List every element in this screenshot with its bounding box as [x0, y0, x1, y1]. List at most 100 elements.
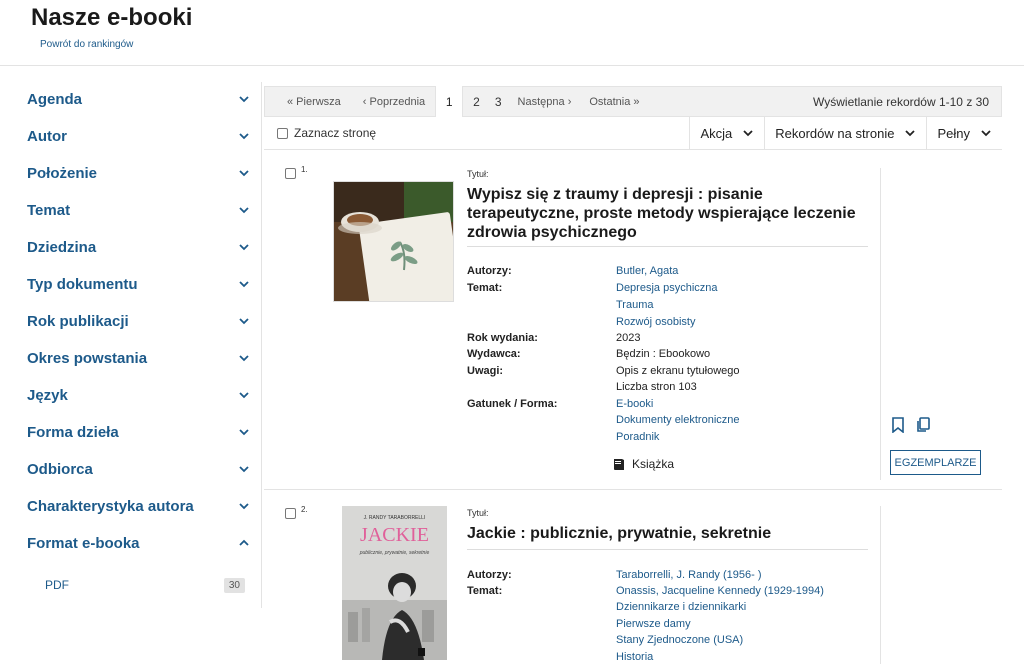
record-number: 2. — [301, 505, 308, 514]
chevron-down-icon — [239, 355, 249, 362]
facet-format-e-booka[interactable]: Format e-booka — [27, 529, 251, 557]
chevron-down-icon — [743, 130, 753, 137]
action-dropdown[interactable]: Akcja — [689, 116, 764, 150]
facet-label: Okres powstania — [27, 349, 148, 367]
records-info: Wyświetlanie rekordów 1-10 z 30 — [813, 94, 989, 109]
per-page-dropdown[interactable]: Rekordów na stronie — [764, 116, 926, 150]
title-field-label: Tytuł: — [467, 508, 489, 518]
notes-value: Opis z ekranu tytułowego — [616, 365, 740, 377]
title-field-label: Tytuł: — [467, 169, 489, 179]
back-to-rankings-link[interactable]: Powrót do rankingów — [40, 39, 133, 50]
subject-link[interactable]: Rozwój osobisty — [616, 316, 695, 328]
genre-link[interactable]: Dokumenty elektroniczne — [616, 414, 740, 426]
facet-agenda[interactable]: Agenda — [27, 85, 251, 113]
select-page-checkbox[interactable]: Zaznacz stronę — [277, 126, 376, 140]
pager-last-link[interactable]: Ostatnia » — [589, 96, 639, 108]
facet-label: Rok publikacji — [27, 312, 129, 330]
year-value: 2023 — [616, 332, 641, 344]
subject-link[interactable]: Stany Zjednoczone (USA) — [616, 634, 743, 646]
book-icon — [614, 459, 624, 470]
facet-charakterystyka-autora[interactable]: Charakterystyka autora — [27, 492, 251, 520]
facet-temat[interactable]: Temat — [27, 196, 251, 224]
cover-subtitle: publicznie, prywatnie, sekretnie — [359, 550, 430, 556]
pager-page-3[interactable]: 3 — [495, 95, 502, 109]
pager-page-2[interactable]: 2 — [473, 95, 480, 109]
chevron-down-icon — [239, 133, 249, 140]
subject-link[interactable]: Trauma — [616, 299, 654, 311]
view-mode-dropdown[interactable]: Pełny — [926, 116, 1002, 150]
facet-label: Format e-booka — [27, 534, 140, 552]
subject-link[interactable]: Depresja psychiczna — [616, 282, 718, 294]
per-page-dropdown-label: Rekordów na stronie — [775, 125, 895, 141]
record-checkbox[interactable] — [285, 508, 296, 519]
genre-link[interactable]: E-booki — [616, 398, 653, 410]
copies-button[interactable]: EGZEMPLARZE — [890, 450, 981, 475]
facet-label: Odbiorca — [27, 460, 93, 478]
chevron-down-icon — [239, 392, 249, 399]
view-mode-dropdown-label: Pełny — [937, 125, 970, 141]
authors-label: Autorzy: — [467, 265, 512, 277]
facet-rok-publikacji[interactable]: Rok publikacji — [27, 307, 251, 335]
author-link[interactable]: Taraborrelli, J. Randy (1956- ) — [616, 569, 762, 581]
facet-forma-dzieła[interactable]: Forma dzieła — [27, 418, 251, 446]
genre-link[interactable]: Poradnik — [616, 431, 659, 443]
pager-next-link[interactable]: Następna › — [518, 96, 572, 108]
facet-item-label: PDF — [45, 578, 69, 592]
facet-okres-powstania[interactable]: Okres powstania — [27, 344, 251, 372]
copy-icon[interactable] — [915, 417, 931, 433]
record-title-link[interactable]: Jackie : publicznie, prywatnie, sekretni… — [467, 524, 867, 543]
chevron-down-icon — [239, 207, 249, 214]
pager-current-page: 1 — [435, 86, 464, 117]
action-dropdown-label: Akcja — [700, 125, 733, 141]
checkbox-icon[interactable] — [277, 127, 288, 139]
record-item: 2. J. RANDY TARABORRELLI JACKIE publiczn… — [264, 500, 1002, 664]
year-label: Rok wydania: — [467, 332, 538, 344]
subject-link[interactable]: Pierwsze damy — [616, 618, 691, 630]
record-checkbox[interactable] — [285, 168, 296, 179]
chevron-down-icon — [239, 96, 249, 103]
facet-label: Charakterystyka autora — [27, 497, 194, 515]
cover-title: JACKIE — [360, 524, 429, 546]
pager-first-link[interactable]: « Pierwsza — [287, 96, 341, 108]
subject-label: Temat: — [467, 585, 503, 597]
select-page-label: Zaznacz stronę — [294, 126, 377, 140]
author-link[interactable]: Butler, Agata — [616, 265, 678, 277]
cover-portrait-art — [342, 573, 447, 660]
chevron-down-icon — [239, 170, 249, 177]
subject-link[interactable]: Onassis, Jacqueline Kennedy (1929-1994) — [616, 585, 824, 597]
facet-label: Forma dzieła — [27, 423, 119, 441]
publisher-label: Wydawca: — [467, 348, 521, 360]
chevron-down-icon — [981, 130, 991, 137]
pager-prev-link[interactable]: ‹ Poprzednia — [363, 96, 425, 108]
facet-autor[interactable]: Autor — [27, 122, 251, 150]
facet-label: Autor — [27, 127, 67, 145]
document-type: Książka — [612, 457, 674, 471]
facet-typ-dokumentu[interactable]: Typ dokumentu — [27, 270, 251, 298]
facet-item-pdf[interactable]: PDF 30 — [45, 575, 245, 595]
title-separator — [467, 549, 868, 550]
book-cover-art — [334, 182, 453, 301]
chevron-down-icon — [905, 130, 916, 137]
facet-dziedzina[interactable]: Dziedzina — [27, 233, 251, 261]
record-title-link[interactable]: Wypisz się z traumy i depresji : pisanie… — [467, 185, 867, 242]
subject-link[interactable]: Historia — [616, 651, 653, 663]
record-cover-image[interactable]: J. RANDY TARABORRELLI JACKIE publicznie,… — [342, 506, 447, 660]
facet-label: Dziedzina — [27, 238, 97, 256]
facet-położenie[interactable]: Położenie — [27, 159, 251, 187]
record-cover-image[interactable] — [333, 181, 454, 302]
chevron-down-icon — [239, 244, 249, 251]
authors-label: Autorzy: — [467, 569, 512, 581]
chevron-down-icon — [239, 281, 249, 288]
record-action-divider — [880, 168, 881, 480]
chevron-down-icon — [239, 318, 249, 325]
chevron-down-icon — [239, 466, 249, 473]
facet-odbiorca[interactable]: Odbiorca — [27, 455, 251, 483]
facet-label: Położenie — [27, 164, 98, 182]
bookmark-icon[interactable] — [890, 417, 906, 433]
publisher-value: Będzin : Ebookowo — [616, 348, 711, 360]
cover-author: J. RANDY TARABORRELLI — [363, 515, 426, 521]
facet-item-count: 30 — [223, 577, 245, 593]
subject-link[interactable]: Dziennikarze i dziennikarki — [616, 601, 746, 613]
notes-label: Uwagi: — [467, 365, 504, 377]
facet-język[interactable]: Język — [27, 381, 251, 409]
